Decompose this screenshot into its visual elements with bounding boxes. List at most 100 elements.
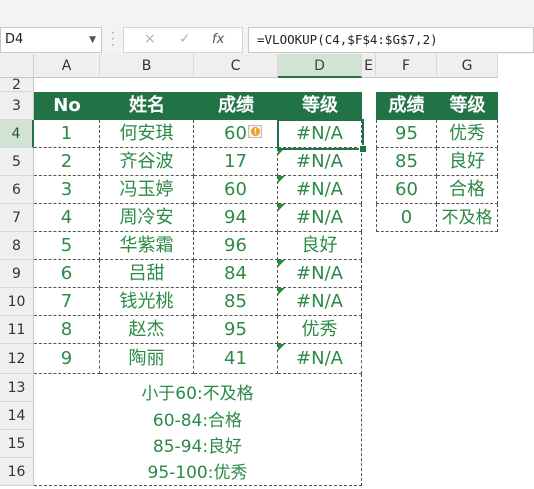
lookup-header-grade[interactable]: 等级 <box>437 92 498 120</box>
cell-score[interactable]: 94 <box>194 204 278 232</box>
table-header-name[interactable]: 姓名 <box>100 92 194 120</box>
cell-no[interactable]: 8 <box>34 316 100 344</box>
cell-score[interactable]: 95 <box>194 316 278 344</box>
cell-score[interactable]: 17 <box>194 148 278 176</box>
fx-icon[interactable]: fx <box>212 32 224 47</box>
column-header-a[interactable]: A <box>34 54 100 78</box>
cell-grade[interactable]: #N/A <box>278 204 362 232</box>
chevron-down-icon[interactable]: ▼ <box>89 28 96 52</box>
lookup-header-score[interactable]: 成绩 <box>376 92 437 120</box>
formula-bar: D4 ▼ · · · × ✓ fx =VLOOKUP(C4,$F$4:$G$7,2) <box>0 10 534 54</box>
note-line: 95-100:优秀 <box>147 463 248 483</box>
cell-no[interactable]: 9 <box>34 344 100 374</box>
warning-icon[interactable]: ! <box>248 125 262 138</box>
row-header-4[interactable]: 4 <box>0 120 34 148</box>
cell-no[interactable]: 5 <box>34 232 100 260</box>
lookup-cell-score[interactable]: 0 <box>376 204 437 232</box>
cell-score[interactable]: 96 <box>194 232 278 260</box>
lookup-cell-grade[interactable]: 优秀 <box>437 120 498 148</box>
cell-grade-text: #N/A <box>296 207 343 228</box>
lookup-cell-score[interactable]: 85 <box>376 148 437 176</box>
row-header-16[interactable]: 16 <box>0 458 34 486</box>
cell-name[interactable]: 吕甜 <box>100 260 194 288</box>
note-line: 85-94:良好 <box>152 437 243 457</box>
formula-input[interactable]: =VLOOKUP(C4,$F$4:$G$7,2) <box>248 27 534 53</box>
table-header-grade[interactable]: 等级 <box>278 92 362 120</box>
row-header-14[interactable]: 14 <box>0 402 34 430</box>
lookup-cell-score[interactable]: 95 <box>376 120 437 148</box>
error-indicator-icon <box>278 260 285 267</box>
cell-name[interactable]: 冯玉婷 <box>100 176 194 204</box>
cell-grade-text: #N/A <box>296 263 343 284</box>
error-indicator-icon <box>278 288 285 295</box>
row-header-5[interactable]: 5 <box>0 148 34 176</box>
column-header-f[interactable]: F <box>376 54 437 78</box>
column-header-b[interactable]: B <box>100 54 194 78</box>
note-line: 小于60:不及格 <box>141 384 254 404</box>
cell-grade[interactable]: #N/A <box>278 148 362 176</box>
cell-grade[interactable]: 优秀 <box>278 316 362 344</box>
cell-grade[interactable]: #N/A <box>278 288 362 316</box>
column-header-e[interactable]: E <box>362 54 376 78</box>
cell-name[interactable]: 齐谷波 <box>100 148 194 176</box>
cell-grade-text: #N/A <box>296 151 343 172</box>
row-header-12[interactable]: 12 <box>0 344 34 374</box>
fill-handle[interactable] <box>359 145 367 153</box>
cell-score[interactable]: 85 <box>194 288 278 316</box>
cell-no[interactable]: 1 <box>34 120 100 148</box>
name-box-value: D4 <box>5 32 24 47</box>
cell-grade[interactable]: #N/A <box>278 260 362 288</box>
formula-buttons: × ✓ fx <box>123 27 243 53</box>
cell-no[interactable]: 2 <box>34 148 100 176</box>
drag-handle[interactable]: · · · <box>111 27 115 51</box>
active-cell-selection <box>277 119 364 150</box>
cell-score[interactable]: 84 <box>194 260 278 288</box>
cell-score[interactable]: 41 <box>194 344 278 374</box>
cell-name[interactable]: 何安琪 <box>100 120 194 148</box>
cell-name[interactable]: 华紫霜 <box>100 232 194 260</box>
cell-no[interactable]: 6 <box>34 260 100 288</box>
row-header-8[interactable]: 8 <box>0 232 34 260</box>
cell-name[interactable]: 周冷安 <box>100 204 194 232</box>
cell-name[interactable]: 钱光桃 <box>100 288 194 316</box>
confirm-icon[interactable]: ✓ <box>179 31 191 47</box>
row-header-15[interactable]: 15 <box>0 430 34 458</box>
row-header-2[interactable]: 2 <box>0 78 34 92</box>
row-header-11[interactable]: 11 <box>0 316 34 344</box>
cell-score[interactable]: 60 <box>194 120 278 148</box>
lookup-cell-grade[interactable]: 良好 <box>437 148 498 176</box>
name-box[interactable]: D4 ▼ <box>0 27 102 53</box>
table-header-no[interactable]: No <box>34 92 100 120</box>
cancel-icon[interactable]: × <box>144 31 156 47</box>
error-indicator-icon <box>278 176 285 183</box>
cell-no[interactable]: 3 <box>34 176 100 204</box>
error-indicator-icon <box>278 204 285 211</box>
column-header-g[interactable]: G <box>437 54 498 78</box>
cell-grade-text: #N/A <box>296 348 343 369</box>
select-all-corner[interactable] <box>0 54 34 78</box>
lookup-cell-score[interactable]: 60 <box>376 176 437 204</box>
column-header-c[interactable]: C <box>194 54 278 78</box>
cell-grade-text: #N/A <box>296 291 343 312</box>
cell-score[interactable]: 60 <box>194 176 278 204</box>
lookup-cell-grade[interactable]: 不及格 <box>437 204 498 232</box>
notes-merged-cell[interactable]: 小于60:不及格 60-84:合格 85-94:良好 95-100:优秀 <box>34 374 362 486</box>
note-line: 60-84:合格 <box>152 411 243 431</box>
cell-no[interactable]: 4 <box>34 204 100 232</box>
cell-name[interactable]: 赵杰 <box>100 316 194 344</box>
row-header-3[interactable]: 3 <box>0 92 34 120</box>
row-header-13[interactable]: 13 <box>0 374 34 402</box>
row-header-10[interactable]: 10 <box>0 288 34 316</box>
cell-name[interactable]: 陶丽 <box>100 344 194 374</box>
column-header-d[interactable]: D <box>278 54 362 78</box>
lookup-cell-grade[interactable]: 合格 <box>437 176 498 204</box>
cell-grade-text: #N/A <box>296 179 343 200</box>
row-header-9[interactable]: 9 <box>0 260 34 288</box>
cell-no[interactable]: 7 <box>34 288 100 316</box>
row-header-6[interactable]: 6 <box>0 176 34 204</box>
cell-grade[interactable]: #N/A <box>278 176 362 204</box>
row-header-7[interactable]: 7 <box>0 204 34 232</box>
table-header-score[interactable]: 成绩 <box>194 92 278 120</box>
cell-grade[interactable]: #N/A <box>278 344 362 374</box>
cell-grade[interactable]: 良好 <box>278 232 362 260</box>
